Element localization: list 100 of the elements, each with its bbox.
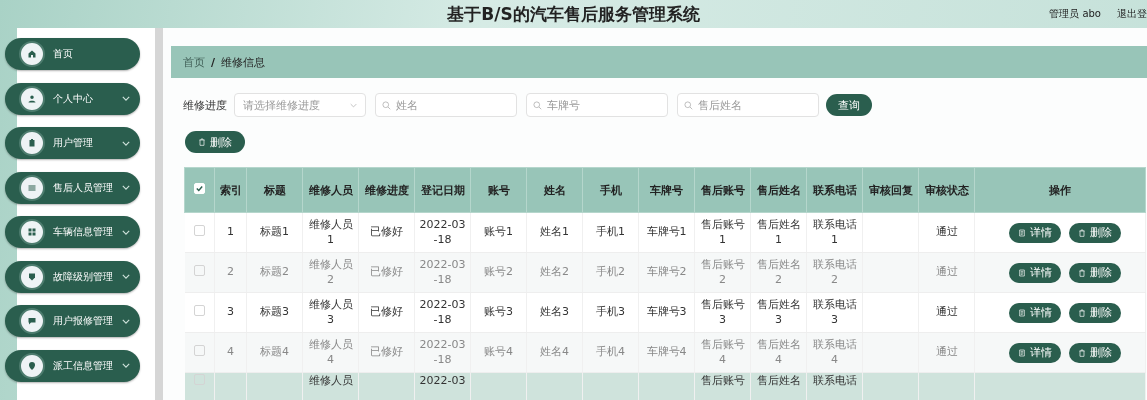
table-cell: 售后账号4: [699, 338, 746, 367]
table-cell: 联系电话: [812, 374, 857, 389]
details-button[interactable]: 详情: [1009, 262, 1061, 283]
delete-button[interactable]: 删除: [1069, 302, 1121, 323]
sidebar-item[interactable]: 车辆信息管理: [5, 216, 140, 248]
table-cell: 姓名1: [540, 225, 569, 240]
column-header: 车牌号: [638, 167, 695, 213]
table-cell: 售后姓名1: [755, 218, 802, 247]
table-cell: 车牌号3: [646, 305, 687, 320]
select-all-checkbox[interactable]: [194, 183, 205, 194]
table-cell: 账号3: [484, 305, 513, 320]
details-button[interactable]: 详情: [1009, 342, 1061, 363]
breadcrumb-current: 维修信息: [221, 54, 266, 70]
delete-button[interactable]: 删除: [185, 131, 245, 153]
table-cell: 售后姓名3: [755, 298, 802, 327]
menu-item-icon: [27, 227, 37, 237]
table-cell: 标题3: [260, 305, 289, 320]
table-cell: 4: [227, 345, 234, 360]
sidebar-item[interactable]: 售后人员管理: [5, 171, 140, 204]
table-cell: 账号1: [484, 225, 513, 240]
table-cell: 通过: [935, 225, 958, 240]
table-cell: 售后账号3: [699, 298, 746, 327]
table-cell: 车牌号4: [646, 345, 687, 360]
table-cell: 3: [227, 305, 234, 320]
sidebar-item[interactable]: 个人中心: [5, 82, 140, 115]
table-cell: 通过: [935, 345, 958, 360]
table-cell: 标题4: [260, 345, 289, 360]
table-cell: 标题1: [260, 225, 289, 240]
menu-item-icon: [27, 316, 37, 326]
sidebar-item[interactable]: 用户报修管理: [5, 305, 140, 337]
trash-icon: [1078, 228, 1086, 237]
sidebar-item[interactable]: 首页: [5, 38, 140, 70]
menu-item-icon: [27, 93, 37, 104]
row-checkbox[interactable]: [193, 264, 205, 276]
menu-item-icon: [27, 271, 37, 282]
table-cell: 联系电话2: [811, 258, 858, 287]
table-cell: 维修人员: [308, 374, 353, 389]
column-header: 账号: [470, 167, 527, 213]
table-cell: 账号4: [484, 345, 513, 360]
breadcrumb-separator: /: [211, 55, 216, 69]
search-button[interactable]: 查询: [826, 94, 872, 116]
sidebar-item[interactable]: 故障级别管理: [5, 260, 140, 293]
row-checkbox[interactable]: [193, 344, 205, 356]
search-field[interactable]: 车牌号: [526, 93, 668, 117]
column-header: 姓名: [526, 167, 583, 213]
column-header: 索引: [214, 167, 247, 213]
table-cell: 联系电话3: [811, 298, 858, 327]
document-icon: [1018, 228, 1026, 237]
table-cell: 售后账号1: [699, 218, 746, 247]
table-cell: 手机4: [596, 345, 625, 360]
table-cell: 2022-03-18: [419, 218, 466, 247]
row-checkbox[interactable]: [193, 304, 205, 316]
search-icon: [533, 100, 542, 110]
document-icon: [1018, 348, 1026, 357]
table-cell: 维修人员1: [307, 218, 354, 247]
breadcrumb-link[interactable]: 首页: [183, 54, 205, 70]
row-checkbox[interactable]: [193, 224, 205, 236]
trash-icon: [1078, 348, 1086, 357]
logout-link[interactable]: 退出登: [1117, 7, 1147, 21]
column-header: 维修人员: [302, 167, 359, 213]
column-header: 售后姓名: [750, 167, 807, 213]
table-cell: 2022-03-18: [419, 298, 466, 327]
table-cell: 联系电话1: [811, 218, 858, 247]
table-cell: 2: [227, 265, 234, 280]
trash-icon: [1078, 308, 1086, 317]
table-cell: 已修好: [370, 225, 403, 240]
table-cell: 维修人员4: [307, 338, 354, 367]
search-field[interactable]: 姓名: [375, 93, 517, 117]
table-cell: 1: [227, 225, 234, 240]
column-header: 维修进度: [358, 167, 415, 213]
table-cell: 标题2: [260, 265, 289, 280]
delete-button[interactable]: 删除: [1069, 262, 1121, 283]
table-cell: 售后姓名: [756, 374, 801, 389]
table-cell: 售后姓名4: [755, 338, 802, 367]
details-button[interactable]: 详情: [1009, 302, 1061, 323]
menu-item-icon: [27, 360, 37, 371]
document-icon: [1018, 308, 1026, 317]
table-cell: 维修人员2: [307, 258, 354, 287]
menu-item-icon: [27, 138, 37, 148]
table-cell: 已修好: [370, 265, 403, 280]
filter-label: 维修进度: [183, 97, 227, 113]
column-header: 审核状态: [918, 167, 975, 213]
document-icon: [1018, 268, 1026, 277]
details-button[interactable]: 详情: [1009, 222, 1061, 243]
user-label: 管理员 abo: [1049, 7, 1101, 21]
table-cell: 通过: [935, 265, 958, 280]
delete-button[interactable]: 删除: [1069, 222, 1121, 243]
table-cell: 联系电话4: [811, 338, 858, 367]
row-checkbox[interactable]: [193, 374, 205, 385]
column-header: 联系电话: [806, 167, 863, 213]
column-header: 操作: [974, 167, 1146, 213]
column-header: 手机: [582, 167, 639, 213]
search-field[interactable]: 售后姓名: [677, 93, 819, 117]
delete-button[interactable]: 删除: [1069, 342, 1121, 363]
table-cell: 手机2: [596, 265, 625, 280]
column-header: 标题: [246, 167, 303, 213]
sidebar-item[interactable]: 用户管理: [5, 127, 140, 159]
table-cell: 车牌号1: [646, 225, 687, 240]
table-cell: 2022-03-18: [419, 258, 466, 287]
sidebar-item[interactable]: 派工信息管理: [5, 349, 140, 382]
